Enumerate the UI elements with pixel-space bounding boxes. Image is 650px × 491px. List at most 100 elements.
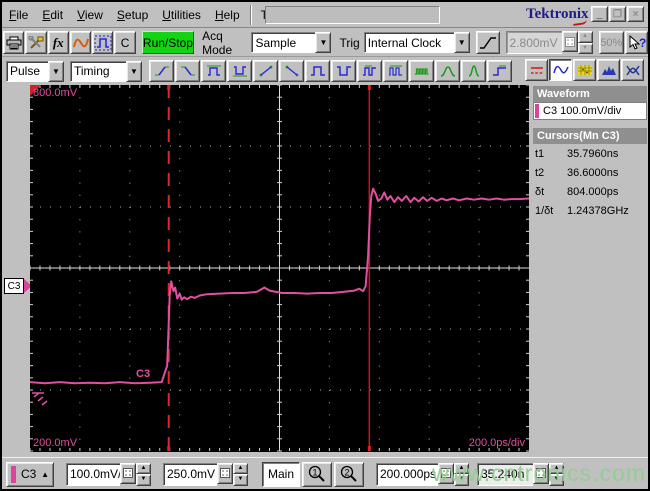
cursors-button[interactable] (525, 59, 548, 81)
channel-select-button[interactable]: C3 ▲ (6, 461, 54, 487)
menu-bar: FileEditViewSetupUtilitiesHelp Triggered… (2, 2, 648, 28)
set-50-percent-button[interactable]: 50% (598, 31, 625, 54)
histogram-button[interactable] (597, 59, 620, 81)
spin-up-icon[interactable]: ▲ (577, 31, 593, 43)
spin-down-icon[interactable]: ▼ (136, 474, 151, 486)
keypad-icon[interactable] (217, 462, 233, 484)
spin-up-icon[interactable]: ▲ (549, 462, 564, 474)
signal-type-value: Pulse (6, 60, 48, 82)
settle-step-measure-button[interactable] (487, 60, 512, 82)
positive-slope-measure-button[interactable] (253, 60, 278, 82)
frequency-measure-button[interactable] (383, 60, 408, 82)
horizontal-scale-spinner[interactable]: ▲ ▼ (454, 462, 469, 486)
menu-item-setup[interactable]: Setup (110, 4, 155, 26)
channel-color-stripe (11, 465, 16, 483)
gaussian-wide-icon (440, 66, 455, 77)
horizontal-scale-value[interactable]: 200.000ps (376, 462, 438, 486)
positive-pulse-icon (310, 66, 325, 76)
vertical-offset-spinner[interactable]: ▲ ▼ (233, 462, 248, 486)
spin-down-icon[interactable]: ▼ (577, 42, 593, 54)
chevron-down-icon[interactable]: ▼ (126, 60, 142, 82)
waveform-draw-icon (72, 38, 89, 47)
waveform-display-button[interactable] (69, 31, 92, 54)
chevron-down-icon[interactable]: ▼ (48, 60, 64, 82)
cursors-section-header: Cursors(Mn C3) (533, 128, 647, 144)
fall-time-measure-button[interactable] (175, 60, 200, 82)
keypad-icon[interactable] (438, 462, 454, 484)
chevron-down-icon[interactable]: ▼ (453, 32, 470, 53)
logo-swoosh (572, 19, 587, 26)
menu-item-utilities[interactable]: Utilities (155, 4, 208, 26)
mask-eye-button[interactable] (621, 59, 644, 81)
burst-measure-button[interactable] (409, 60, 434, 82)
trace-label: C3 (136, 368, 151, 380)
trig-slope-button[interactable] (475, 31, 500, 54)
tools-icon (28, 35, 44, 49)
period-measure-button[interactable] (357, 60, 382, 82)
pulse-source-button[interactable] (92, 31, 114, 54)
positive-width-measure-button[interactable] (201, 60, 226, 82)
minimize-button[interactable]: _ (591, 6, 608, 22)
spin-up-icon[interactable]: ▲ (233, 462, 248, 474)
trig-level-value[interactable]: 2.800mV (505, 31, 562, 54)
keypad-icon[interactable] (120, 462, 136, 484)
trig-source-select[interactable]: Internal Clock ▼ (363, 32, 470, 53)
status-readout-box (265, 6, 440, 24)
channel-marker[interactable]: C3 (4, 278, 32, 294)
spin-up-icon[interactable]: ▲ (454, 462, 469, 474)
menu-item-file[interactable]: File (2, 4, 35, 26)
signal-type-select[interactable]: Pulse ▼ (6, 60, 64, 82)
spin-down-icon[interactable]: ▼ (549, 474, 564, 486)
spin-down-icon[interactable]: ▼ (454, 474, 469, 486)
menu-item-view[interactable]: View (70, 4, 110, 26)
vertical-scale-spinner[interactable]: ▲ ▼ (136, 462, 151, 486)
measure-category-select[interactable]: Timing ▼ (70, 60, 142, 82)
positive-pulse-measure-button[interactable] (305, 60, 330, 82)
zoom2-button[interactable]: 2 (334, 461, 364, 487)
period-icon (362, 65, 376, 76)
keypad-icon[interactable] (561, 31, 578, 52)
trig-level-spinner[interactable]: ▲ ▼ (577, 31, 593, 54)
horizontal-position-value[interactable]: 35.240n (477, 462, 533, 486)
magnifier-2-icon: 2 (340, 465, 357, 482)
context-help-button[interactable]: ? (625, 31, 648, 54)
rise-time-icon (154, 66, 169, 76)
negative-slope-measure-button[interactable] (279, 60, 304, 82)
popup-arrow-icon: ▲ (41, 469, 49, 479)
gaussian-wide-measure-button[interactable] (435, 60, 460, 82)
menu-item-edit[interactable]: Edit (35, 4, 70, 26)
gaussian-narrow-icon (468, 65, 479, 77)
maximize-button[interactable]: ❐ (609, 6, 626, 22)
waveform-view-button[interactable] (549, 59, 572, 81)
fall-time-icon (180, 66, 195, 76)
chevron-down-icon[interactable]: ▼ (315, 32, 332, 53)
vertical-offset-value[interactable]: 250.0mV (163, 462, 217, 486)
waveform-graticule[interactable]: 800.0mV 200.0mV 200.0ps/div C3 (30, 85, 529, 452)
math-fx-button[interactable]: fx (47, 31, 69, 54)
color-grade-button[interactable] (573, 59, 596, 81)
gaussian-narrow-measure-button[interactable] (461, 60, 486, 82)
run-stop-button[interactable]: Run/Stop (141, 31, 195, 54)
horizontal-position-spinner[interactable]: ▲ ▼ (549, 462, 564, 486)
horizontal-scale-control: 200.000ps ▲ ▼ (376, 462, 469, 486)
timebase-mode-button[interactable]: Main (262, 461, 300, 487)
negative-slope-icon (285, 65, 298, 77)
print-button[interactable] (3, 31, 25, 54)
tektronix-logo: Tektronix (526, 6, 589, 26)
clear-button[interactable]: C (114, 31, 136, 54)
vertical-scale-value[interactable]: 100.0mV/ (66, 462, 120, 486)
spin-down-icon[interactable]: ▼ (233, 474, 248, 486)
negative-pulse-measure-button[interactable] (331, 60, 356, 82)
spin-up-icon[interactable]: ▲ (136, 462, 151, 474)
zoom1-button[interactable]: 1 (302, 461, 332, 487)
setup-tools-button[interactable] (25, 31, 47, 54)
rise-time-measure-button[interactable] (149, 60, 174, 82)
negative-width-measure-button[interactable] (227, 60, 252, 82)
acq-mode-select[interactable]: Sample ▼ (251, 32, 332, 53)
waveform-list-item[interactable]: C3 100.0mV/div (533, 102, 647, 120)
menu-item-help[interactable]: Help (208, 4, 247, 26)
close-button[interactable]: × (627, 6, 644, 22)
fx-icon: fx (52, 34, 64, 50)
keypad-icon[interactable] (533, 462, 549, 484)
timebase-label: 200.0ps/div (468, 437, 525, 449)
